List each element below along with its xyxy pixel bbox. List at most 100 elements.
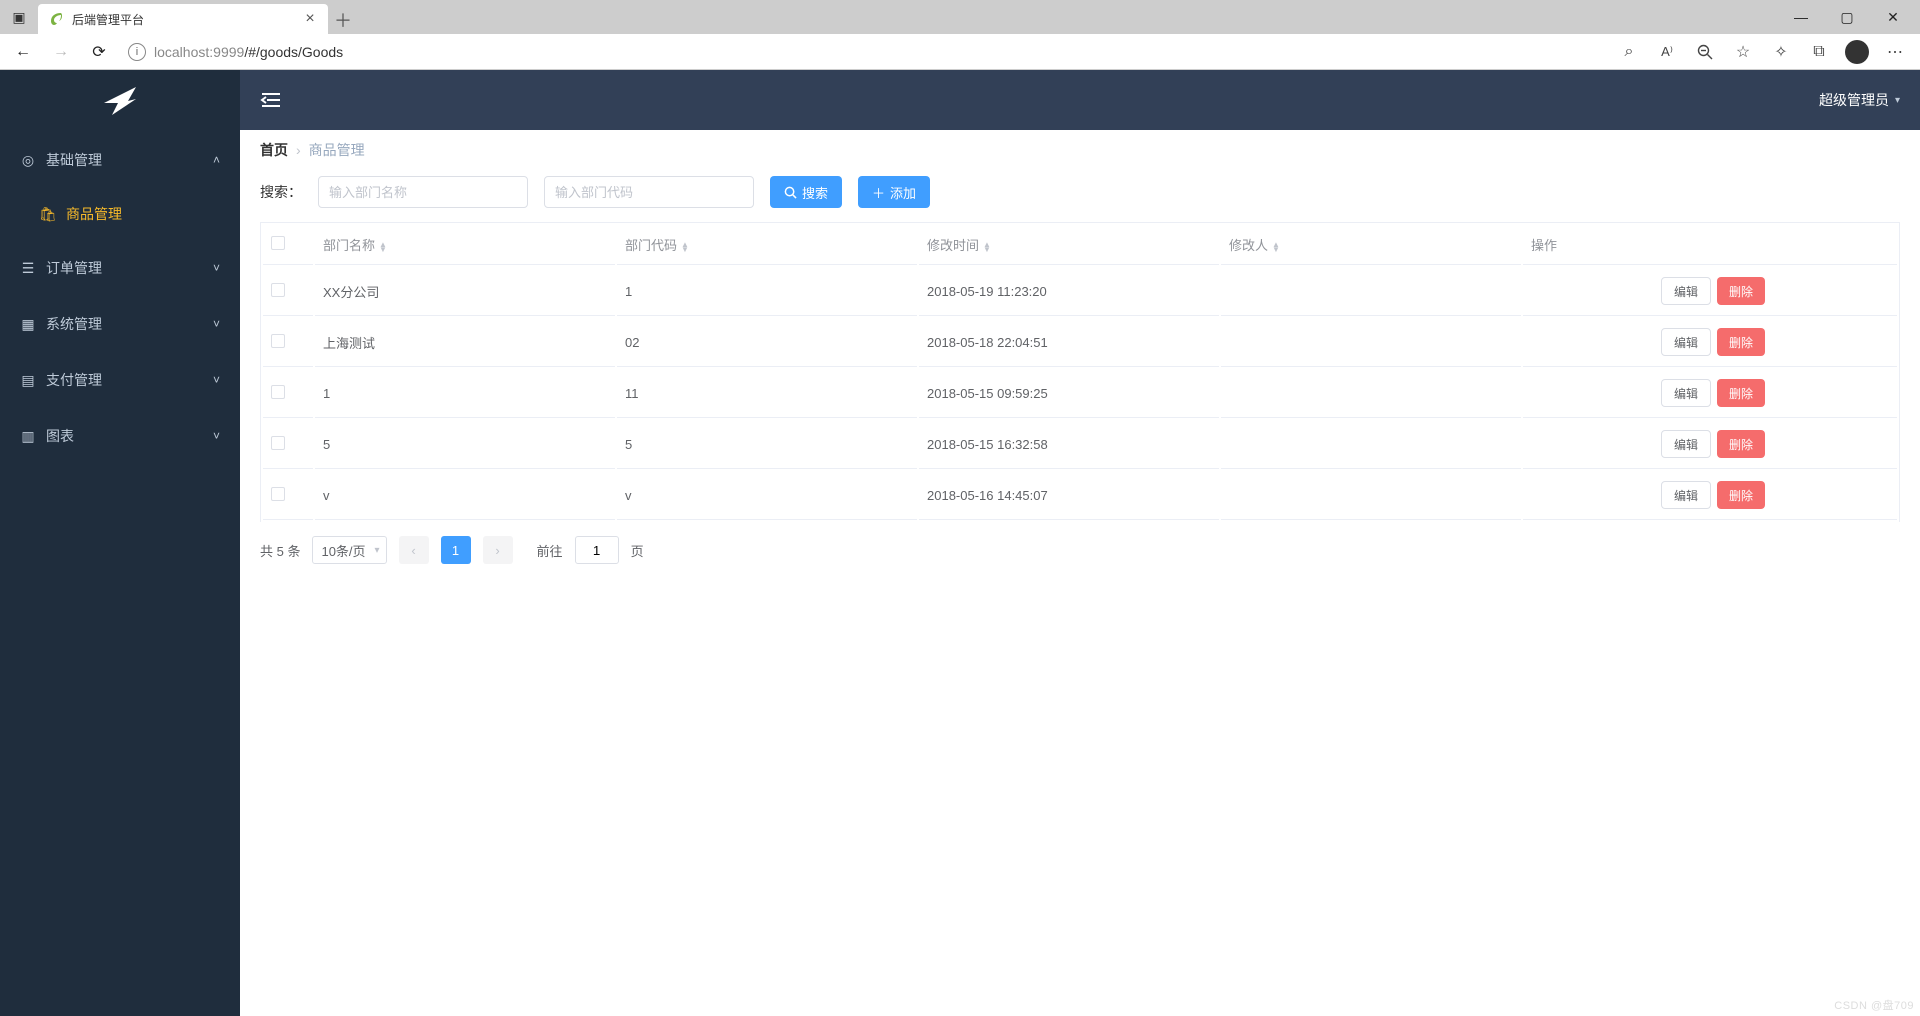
- edit-button[interactable]: 编辑: [1661, 328, 1711, 356]
- search-icon: [784, 186, 797, 199]
- cell-modifier: [1221, 318, 1521, 367]
- edit-button[interactable]: 编辑: [1661, 481, 1711, 509]
- app-root: ◎ 基础管理 ˄ 🛍 商品管理 ☰ 订单管理 ˅ ▦ 系统管理 ˅ ▤ 支付管理…: [0, 70, 1920, 1016]
- edit-button[interactable]: 编辑: [1661, 277, 1711, 305]
- checkbox-icon[interactable]: [271, 236, 285, 250]
- cell-code: v: [617, 471, 917, 520]
- sidebar-item-basic[interactable]: ◎ 基础管理 ˄: [0, 132, 240, 188]
- dept-name-input[interactable]: [318, 176, 528, 208]
- reading-list-icon[interactable]: ✧: [1762, 35, 1800, 69]
- sidebar-item-charts[interactable]: ▥ 图表 ˅: [0, 408, 240, 464]
- page-number-1[interactable]: 1: [441, 536, 471, 564]
- list-icon: ☰: [20, 260, 36, 277]
- sidebar-item-goods[interactable]: 🛍 商品管理: [0, 188, 240, 240]
- profile-avatar[interactable]: [1838, 35, 1876, 69]
- collapse-sidebar-button[interactable]: [260, 91, 282, 109]
- checkbox-icon[interactable]: [271, 334, 285, 348]
- row-checkbox-cell[interactable]: [263, 420, 313, 469]
- more-icon[interactable]: ⋯: [1876, 35, 1914, 69]
- plus-icon: ＋: [872, 183, 885, 202]
- cell-name: XX分公司: [315, 267, 615, 316]
- breadcrumb-current: 商品管理: [309, 140, 365, 160]
- forward-button[interactable]: →: [44, 35, 78, 69]
- cell-code: 1: [617, 267, 917, 316]
- tab-overview-icon[interactable]: ▣: [0, 0, 38, 34]
- site-info-icon[interactable]: i: [128, 43, 146, 61]
- sidebar-item-system[interactable]: ▦ 系统管理 ˅: [0, 296, 240, 352]
- checkbox-icon[interactable]: [271, 283, 285, 297]
- sidebar-item-orders[interactable]: ☰ 订单管理 ˅: [0, 240, 240, 296]
- sidebar-submenu-basic: 🛍 商品管理: [0, 188, 240, 240]
- cell-modifier: [1221, 369, 1521, 418]
- topbar: 超级管理员 ▾: [240, 70, 1920, 130]
- search-button[interactable]: 搜索: [770, 176, 842, 208]
- edit-button[interactable]: 编辑: [1661, 430, 1711, 458]
- delete-button[interactable]: 删除: [1717, 379, 1765, 407]
- row-checkbox-cell[interactable]: [263, 318, 313, 367]
- row-checkbox-cell[interactable]: [263, 471, 313, 520]
- col-header-modifier[interactable]: 修改人▲▼: [1221, 225, 1521, 265]
- zoom-out-icon[interactable]: [1686, 35, 1724, 69]
- cell-modifier: [1221, 267, 1521, 316]
- chart-icon: ▥: [20, 428, 36, 445]
- delete-button[interactable]: 删除: [1717, 277, 1765, 305]
- browser-tab[interactable]: 后端管理平台 ×: [38, 4, 328, 34]
- favorites-icon[interactable]: ☆: [1724, 35, 1762, 69]
- chevron-down-icon: ˅: [213, 429, 220, 443]
- collections-icon[interactable]: ⧉: [1800, 35, 1838, 69]
- edit-button[interactable]: 编辑: [1661, 379, 1711, 407]
- window-controls: — ▢ ✕: [1778, 0, 1920, 34]
- back-button[interactable]: ←: [6, 35, 40, 69]
- data-table: 部门名称▲▼ 部门代码▲▼ 修改时间▲▼ 修改人▲▼ 操作 XX分公司12018…: [260, 222, 1900, 522]
- cell-code: 02: [617, 318, 917, 367]
- delete-button[interactable]: 删除: [1717, 430, 1765, 458]
- breadcrumb-home[interactable]: 首页: [260, 140, 288, 160]
- chevron-down-icon: ▾: [1895, 95, 1900, 106]
- checkbox-icon[interactable]: [271, 436, 285, 450]
- key-icon[interactable]: ⌕: [1610, 35, 1648, 69]
- chevron-down-icon: ˅: [213, 261, 220, 275]
- new-tab-button[interactable]: ＋: [328, 6, 358, 34]
- sidebar-item-label: 基础管理: [46, 150, 203, 170]
- row-checkbox-cell[interactable]: [263, 267, 313, 316]
- col-header-time[interactable]: 修改时间▲▼: [919, 225, 1219, 265]
- checkbox-icon[interactable]: [271, 487, 285, 501]
- cell-op: 编辑删除: [1523, 420, 1897, 469]
- next-page-button[interactable]: ›: [483, 536, 513, 564]
- delete-button[interactable]: 删除: [1717, 328, 1765, 356]
- cell-op: 编辑删除: [1523, 318, 1897, 367]
- close-window-button[interactable]: ✕: [1870, 2, 1916, 32]
- cell-time: 2018-05-16 14:45:07: [919, 471, 1219, 520]
- col-header-name[interactable]: 部门名称▲▼: [315, 225, 615, 265]
- url-bar[interactable]: i localhost:9999/#/goods/Goods: [120, 38, 1606, 66]
- goto-page-input[interactable]: [575, 536, 619, 564]
- tab-title: 后端管理平台: [72, 11, 294, 28]
- cell-time: 2018-05-15 09:59:25: [919, 369, 1219, 418]
- checkbox-icon[interactable]: [271, 385, 285, 399]
- user-dropdown[interactable]: 超级管理员 ▾: [1819, 90, 1900, 110]
- page-size-select[interactable]: 10条/页: [312, 536, 386, 564]
- close-icon[interactable]: ×: [302, 11, 318, 27]
- select-all-header[interactable]: [263, 225, 313, 265]
- cell-modifier: [1221, 471, 1521, 520]
- sort-icon: ▲▼: [681, 242, 689, 252]
- sidebar-item-payment[interactable]: ▤ 支付管理 ˅: [0, 352, 240, 408]
- prev-page-button[interactable]: ‹: [399, 536, 429, 564]
- pagination: 共 5 条 10条/页 ‹ 1 › 前往 页: [260, 536, 1900, 564]
- add-button[interactable]: ＋ 添加: [858, 176, 930, 208]
- breadcrumb-sep: ›: [296, 142, 301, 158]
- minimize-button[interactable]: —: [1778, 2, 1824, 32]
- grid-icon: ▦: [20, 316, 36, 333]
- read-aloud-icon[interactable]: A⁾: [1648, 35, 1686, 69]
- col-header-code[interactable]: 部门代码▲▼: [617, 225, 917, 265]
- search-label: 搜索：: [260, 182, 302, 202]
- maximize-button[interactable]: ▢: [1824, 2, 1870, 32]
- content: 搜索： 搜索 ＋ 添加 部门名称▲▼ 部门代码▲▼: [240, 170, 1920, 584]
- dept-code-input[interactable]: [544, 176, 754, 208]
- sort-icon: ▲▼: [379, 242, 387, 252]
- goto-suffix: 页: [631, 541, 644, 560]
- row-checkbox-cell[interactable]: [263, 369, 313, 418]
- cell-modifier: [1221, 420, 1521, 469]
- delete-button[interactable]: 删除: [1717, 481, 1765, 509]
- refresh-button[interactable]: ⟳: [82, 35, 116, 69]
